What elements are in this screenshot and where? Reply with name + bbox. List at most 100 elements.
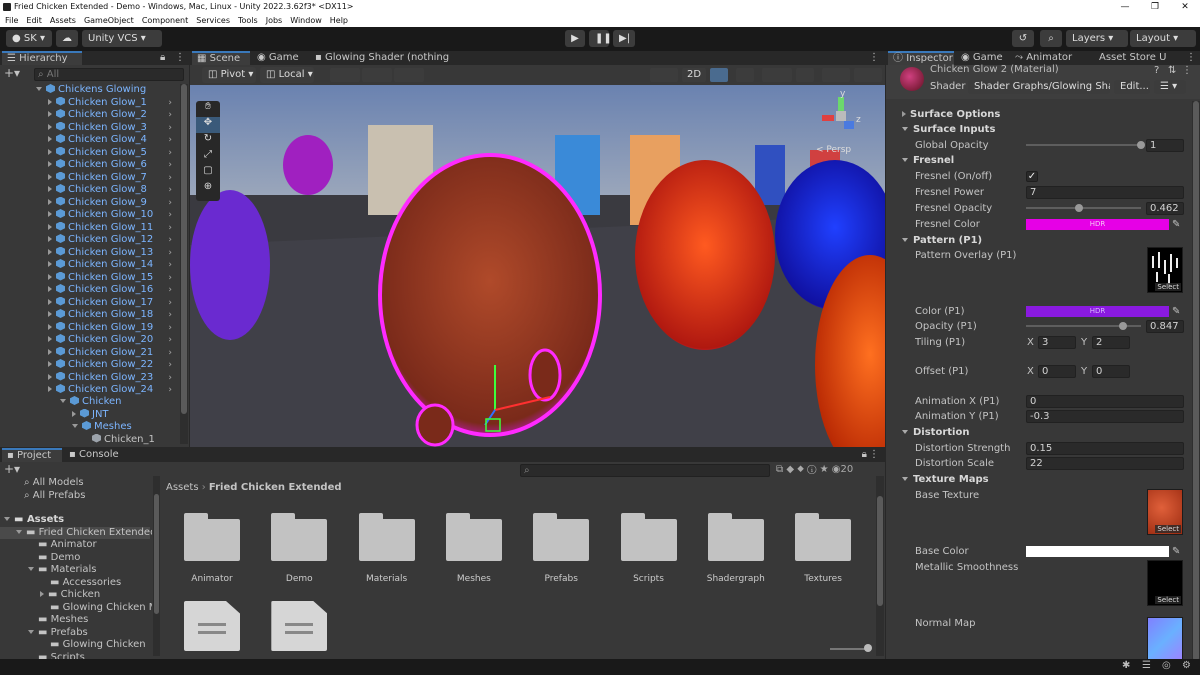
- folder-label[interactable]: Materials: [347, 574, 427, 584]
- step-icon[interactable]: ▶|: [613, 30, 635, 47]
- menu-gameobject[interactable]: GameObject: [84, 14, 134, 27]
- menu-services[interactable]: Services: [196, 14, 230, 27]
- folder-icon[interactable]: [358, 513, 415, 561]
- hierarchy-item[interactable]: Chicken Glow_21 ›: [48, 346, 180, 360]
- shader-menu-icon[interactable]: ☰ ▾: [1154, 80, 1186, 94]
- hierarchy-scrollbar[interactable]: [180, 84, 188, 444]
- pattern-header[interactable]: Pattern (P1): [886, 233, 1192, 248]
- chevron-right-icon[interactable]: ›: [168, 372, 172, 385]
- chevron-right-icon[interactable]: ›: [168, 209, 172, 222]
- project-lock-icon[interactable]: 🔒︎: [862, 449, 867, 460]
- project-search-input[interactable]: ⌕: [520, 464, 770, 477]
- eyedropper-icon[interactable]: ✎: [1172, 217, 1180, 232]
- rect-tool-icon[interactable]: ▢: [196, 165, 220, 181]
- menu-component[interactable]: Component: [142, 14, 188, 27]
- shader-dropdown[interactable]: Shader Graphs/Glowing Shad ▾: [968, 80, 1110, 94]
- hand-tool-icon[interactable]: ✋︎: [196, 101, 220, 117]
- hierarchy-item[interactable]: Chicken Glow_22 ›: [48, 359, 180, 372]
- hierarchy-item[interactable]: Chicken Glow_24 ›: [48, 384, 180, 397]
- fresnel-opacity-field[interactable]: 0.462: [1146, 202, 1184, 215]
- grid-snap-icon[interactable]: [330, 68, 360, 82]
- hierarchy-item[interactable]: Chicken Glow_4 ›: [48, 134, 180, 147]
- search-icon[interactable]: ⌕: [1040, 30, 1062, 47]
- opacity-p1-knob[interactable]: [1119, 322, 1128, 330]
- surface-inputs-header[interactable]: Surface Inputs: [886, 122, 1192, 137]
- project-tree-item[interactable]: ▬ Glowing Chicken Ma: [40, 602, 152, 615]
- folder-label[interactable]: Scripts: [609, 574, 689, 584]
- tab-animator[interactable]: ⤳ Animator: [1010, 51, 1094, 65]
- project-tree-item[interactable]: ▬ Chicken: [40, 589, 152, 602]
- network-icon[interactable]: ◎: [1162, 660, 1171, 671]
- folder-label[interactable]: Prefabs: [521, 574, 601, 584]
- project-grid-scrollbar[interactable]: [876, 476, 884, 656]
- chevron-right-icon[interactable]: ›: [168, 384, 172, 397]
- hierarchy-item[interactable]: Chicken Glow_9 ›: [48, 196, 180, 210]
- menu-assets[interactable]: Assets: [50, 14, 76, 27]
- history-icon[interactable]: ↺: [1012, 30, 1034, 47]
- hierarchy-item[interactable]: Chicken Glow_20 ›: [48, 334, 180, 347]
- increment-snap-icon[interactable]: [362, 68, 392, 82]
- camera-icon[interactable]: [822, 68, 850, 82]
- transform-tool-icon[interactable]: ⊕: [196, 181, 220, 197]
- folder-icon[interactable]: [795, 513, 852, 561]
- folder-label[interactable]: Animator: [172, 574, 252, 584]
- search-by-type-icon[interactable]: ⧉: [776, 464, 786, 475]
- info-icon[interactable]: ⓘ: [807, 464, 820, 475]
- menu-help[interactable]: Help: [330, 14, 348, 27]
- hierarchy-leaf[interactable]: Chicken_1: [92, 433, 180, 447]
- project-tree-item[interactable]: ▬ Prefabs: [28, 627, 152, 640]
- fresnel-color-swatch[interactable]: HDR: [1026, 219, 1169, 230]
- hierarchy-item[interactable]: Chicken Glow_13 ›: [48, 246, 180, 260]
- scene-viewport[interactable]: ✋︎ ✥ ↻ ⤢ ▢ ⊕ y z < Persp: [190, 85, 885, 447]
- add-icon[interactable]: +▾: [4, 67, 20, 79]
- hierarchy-item[interactable]: Chicken Glow_15 ›: [48, 271, 180, 285]
- eyedropper-icon-3[interactable]: ✎: [1172, 544, 1180, 559]
- chevron-right-icon[interactable]: ›: [168, 147, 172, 160]
- chevron-right-icon[interactable]: ›: [168, 134, 172, 147]
- hierarchy-item[interactable]: Chicken Glow_3 ›: [48, 121, 180, 135]
- play-icon[interactable]: ▶: [565, 30, 585, 47]
- menu-edit[interactable]: Edit: [26, 14, 42, 27]
- layers-dropdown[interactable]: Layers ▾: [1066, 30, 1128, 47]
- mode-2d-button[interactable]: 2D: [682, 68, 706, 82]
- chevron-right-icon[interactable]: ›: [168, 347, 172, 360]
- layout-dropdown[interactable]: Layout ▾: [1130, 30, 1196, 47]
- dist-strength-field[interactable]: 0.15: [1026, 442, 1184, 455]
- maximize-button[interactable]: ❐: [1140, 0, 1170, 14]
- help-icon[interactable]: ?: [1154, 65, 1159, 76]
- local-dropdown[interactable]: ◫ Local ▾: [260, 67, 314, 83]
- debug-icon[interactable]: ✱: [1122, 660, 1130, 671]
- eyedropper-icon-2[interactable]: ✎: [1172, 304, 1180, 319]
- cloud-icon[interactable]: ☁: [56, 30, 78, 47]
- chevron-right-icon[interactable]: ›: [168, 159, 172, 172]
- tab-game-2[interactable]: ◉ Game: [956, 51, 1008, 65]
- anim-y-field[interactable]: -0.3: [1026, 410, 1184, 423]
- lock-icon[interactable]: 🔒︎: [160, 52, 165, 63]
- fresnel-opacity-knob[interactable]: [1075, 204, 1084, 212]
- orientation-gizmo[interactable]: y z: [810, 89, 870, 143]
- tab-scene[interactable]: ▦ Scene: [192, 51, 250, 65]
- folder-icon[interactable]: [271, 513, 328, 561]
- distortion-header[interactable]: Distortion: [886, 425, 1192, 440]
- project-kebab-icon[interactable]: ⋮: [869, 449, 879, 460]
- base-color-swatch[interactable]: [1026, 546, 1169, 557]
- project-tree-item[interactable]: ▬ Meshes: [28, 614, 152, 627]
- inspector-scrollbar[interactable]: [1192, 101, 1200, 661]
- global-opacity-slider[interactable]: [1026, 144, 1141, 146]
- assets-root[interactable]: ▬ Assets: [4, 514, 64, 527]
- effects-icon[interactable]: [762, 68, 792, 82]
- tab-shader[interactable]: ▪ Glowing Shader (nothing l...: [310, 51, 450, 65]
- tab-hierarchy[interactable]: ☰ Hierarchy: [2, 51, 82, 65]
- project-tree-item[interactable]: ▬ Animator: [28, 539, 152, 552]
- preset-icon[interactable]: ⇅: [1168, 65, 1176, 76]
- folder-label[interactable]: Meshes: [434, 574, 514, 584]
- texture-maps-header[interactable]: Texture Maps: [886, 472, 1192, 487]
- metallic-texture-thumb[interactable]: Select: [1147, 560, 1183, 606]
- favorite-all-prefabs[interactable]: ⌕ All Prefabs: [24, 490, 85, 503]
- tab-asset-store[interactable]: Asset Store U: [1094, 51, 1184, 65]
- minimize-button[interactable]: —: [1110, 0, 1140, 14]
- rotate-tool-icon[interactable]: ↻: [196, 133, 220, 149]
- hierarchy-item[interactable]: Chicken Glow_19 ›: [48, 321, 180, 335]
- star-icon[interactable]: ★: [820, 464, 832, 475]
- base-texture-thumb[interactable]: Select: [1147, 489, 1183, 535]
